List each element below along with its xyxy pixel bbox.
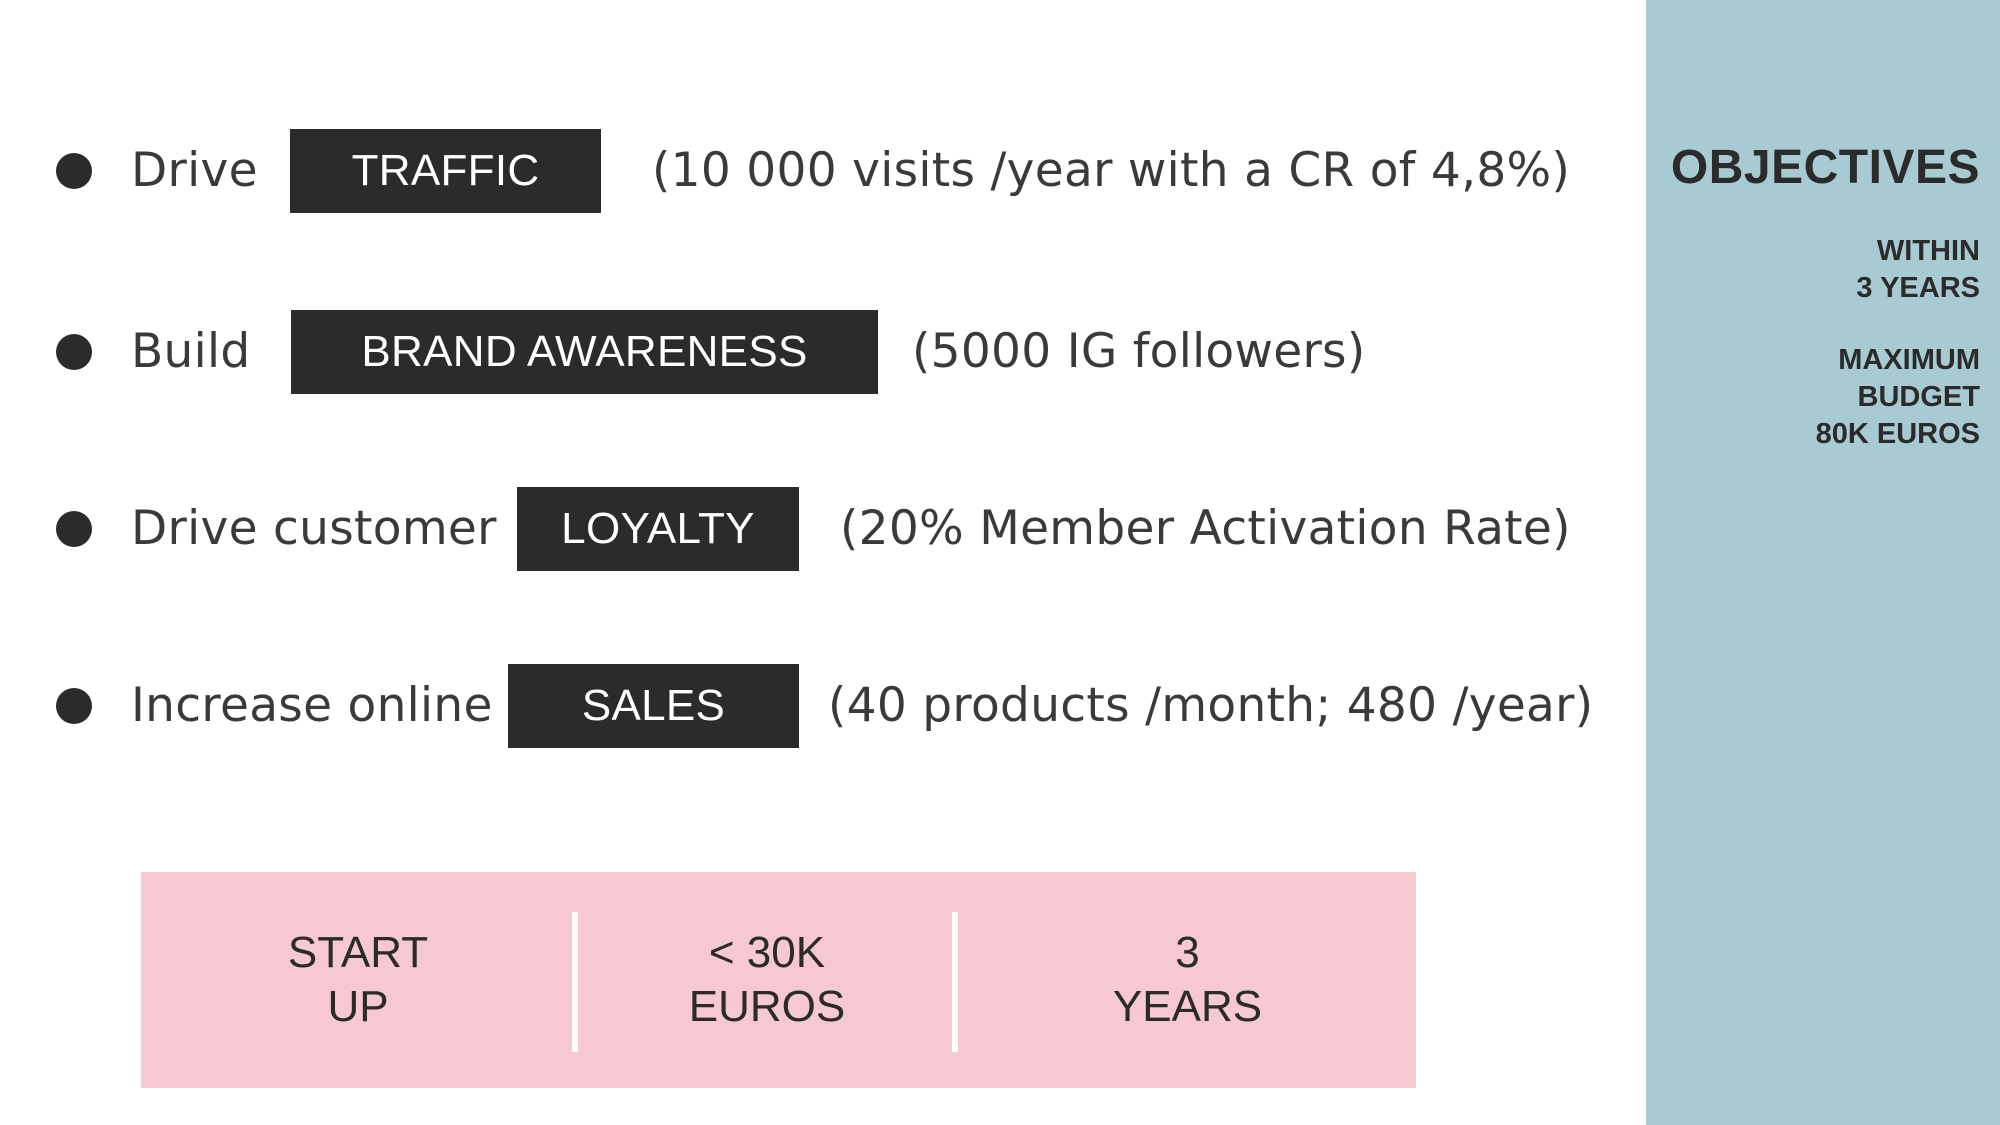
bullet-icon xyxy=(56,688,92,724)
summary-line: UP xyxy=(327,982,389,1031)
objective-tag-loyalty: LOYALTY xyxy=(517,487,799,571)
objective-row-brand-awareness: Build BRAND AWARENESS (5000 IG followers… xyxy=(0,310,1600,394)
side-panel-line: MAXIMUM xyxy=(1838,344,1980,376)
summary-divider xyxy=(952,912,958,1052)
objective-lead-text: Drive xyxy=(131,143,258,198)
objective-detail-text: (5000 IG followers) xyxy=(912,324,1366,379)
objective-tag-sales: SALES xyxy=(508,664,799,748)
side-panel-budget: MAXIMUM BUDGET 80K EUROS xyxy=(1816,342,1980,453)
objective-lead-text: Drive customer xyxy=(131,501,497,556)
summary-line: EUROS xyxy=(688,982,846,1031)
side-panel-line: 3 YEARS xyxy=(1856,272,1980,304)
summary-line: < 30K xyxy=(708,928,826,977)
objective-lead-text: Build xyxy=(131,324,251,379)
summary-cell-budget: < 30K EUROS xyxy=(579,872,955,1088)
summary-cell-duration: 3 YEARS xyxy=(959,872,1416,1088)
objective-row-sales: Increase online SALES (40 products /mont… xyxy=(0,664,1600,748)
side-panel-line: BUDGET xyxy=(1857,381,1980,413)
objectives-side-panel: OBJECTIVES WITHIN 3 YEARS MAXIMUM BUDGET… xyxy=(1646,0,2000,1125)
objective-detail-text: (10 000 visits /year with a CR of 4,8%) xyxy=(652,143,1571,198)
objective-row-loyalty: Drive customer LOYALTY (20% Member Activ… xyxy=(0,487,1600,571)
summary-line: START xyxy=(287,928,429,977)
objective-tag-brand-awareness: BRAND AWARENESS xyxy=(291,310,878,394)
summary-line: YEARS xyxy=(1112,982,1263,1031)
summary-line: 3 xyxy=(1175,928,1200,977)
summary-cell-stage: START UP xyxy=(141,872,575,1088)
summary-divider xyxy=(572,912,578,1052)
summary-box: START UP < 30K EUROS 3 YEARS xyxy=(141,872,1416,1088)
objective-detail-text: (40 products /month; 480 /year) xyxy=(828,678,1594,733)
objective-lead-text: Increase online xyxy=(131,678,493,733)
side-panel-line: WITHIN xyxy=(1876,235,1980,267)
bullet-icon xyxy=(56,334,92,370)
objective-detail-text: (20% Member Activation Rate) xyxy=(840,501,1571,556)
objective-row-traffic: Drive TRAFFIC (10 000 visits /year with … xyxy=(0,129,1600,213)
bullet-icon xyxy=(56,511,92,547)
side-panel-title: OBJECTIVES xyxy=(1670,141,1980,194)
objective-tag-traffic: TRAFFIC xyxy=(290,129,601,213)
side-panel-line: 80K EUROS xyxy=(1815,418,1980,450)
side-panel-timeframe: WITHIN 3 YEARS xyxy=(1856,233,1980,307)
bullet-icon xyxy=(56,153,92,189)
